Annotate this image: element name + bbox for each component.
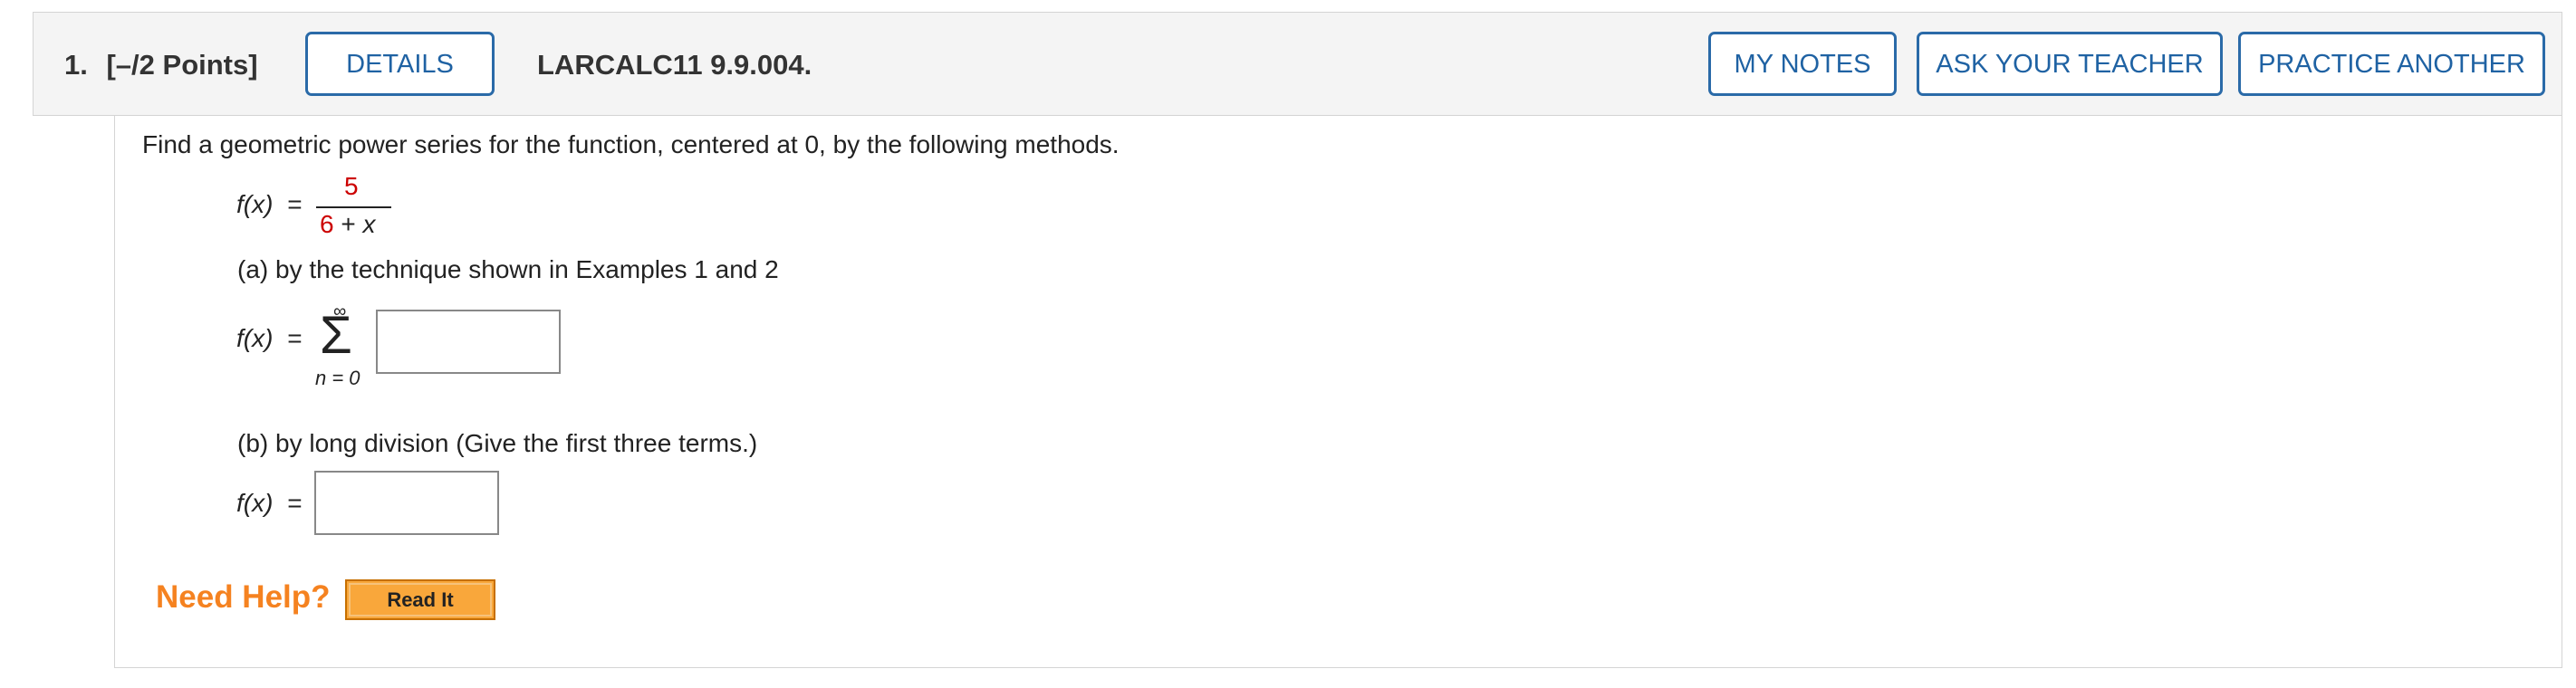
fx-label-a: f(x)	[236, 324, 274, 352]
points-label: [–/2 Points]	[106, 49, 258, 81]
division-answer-input[interactable]	[314, 471, 499, 535]
function-definition: f(x) =	[236, 190, 303, 219]
fx-label: f(x)	[236, 190, 274, 218]
equals-sign: =	[287, 190, 303, 218]
question-header: 1. [–/2 Points] DETAILS LARCALC11 9.9.00…	[33, 12, 2562, 116]
series-answer-input[interactable]	[376, 310, 561, 374]
fraction-denominator: 6 + x	[320, 210, 376, 239]
details-button[interactable]: DETAILS	[305, 32, 495, 96]
ask-teacher-button[interactable]: ASK YOUR TEACHER	[1917, 32, 2223, 96]
sum-lower-limit: n = 0	[315, 367, 360, 389]
question-number: 1. [–/2 Points]	[64, 13, 258, 117]
question-id: LARCALC11 9.9.004.	[537, 49, 812, 81]
part-a-label: (a) by the technique shown in Examples 1…	[237, 255, 779, 283]
need-help-label: Need Help?	[156, 579, 331, 615]
fraction-numerator: 5	[344, 172, 359, 200]
part-b-label: (b) by long division (Give the first thr…	[237, 429, 758, 457]
read-it-button[interactable]: Read It	[345, 579, 495, 620]
my-notes-button[interactable]: MY NOTES	[1708, 32, 1897, 96]
part-b-equation: f(x) =	[236, 489, 303, 518]
practice-another-button[interactable]: PRACTICE ANOTHER	[2238, 32, 2545, 96]
denominator-variable: x	[362, 210, 376, 238]
fx-label-b: f(x)	[236, 489, 274, 517]
question-number-label: 1.	[64, 49, 88, 81]
equals-sign-b: =	[287, 489, 303, 517]
fraction-bar	[316, 206, 391, 208]
summation-icon: Σ	[320, 306, 352, 365]
denominator-constant: 6	[320, 210, 334, 238]
denominator-plus: +	[333, 210, 363, 238]
part-a-equation: f(x) =	[236, 324, 303, 353]
problem-prompt: Find a geometric power series for the fu…	[142, 130, 1120, 158]
equals-sign-a: =	[287, 324, 303, 352]
